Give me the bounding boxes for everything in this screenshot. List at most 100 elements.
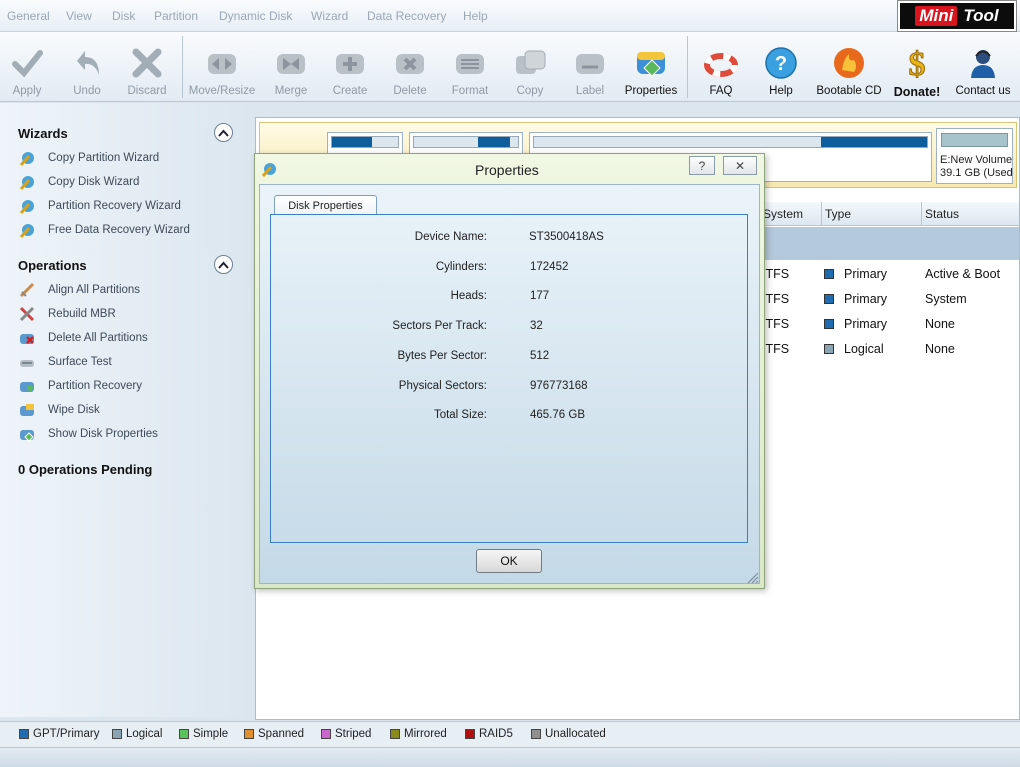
op-partition-recovery[interactable]: Partition Recovery — [18, 378, 142, 394]
contact-person-icon — [965, 44, 1001, 82]
wand-icon — [18, 174, 36, 190]
format-label: Format — [451, 85, 489, 97]
discard-label: Discard — [127, 85, 167, 97]
col-file-system[interactable]: System — [763, 207, 803, 221]
chevron-up-icon — [218, 129, 229, 137]
status-bar — [0, 747, 1020, 767]
prop-label: Device Name: — [414, 231, 487, 243]
dollar-icon: $ — [899, 44, 935, 82]
menu-view[interactable]: View — [66, 9, 92, 23]
undo-arrow-icon — [69, 44, 105, 82]
op-wipe-disk[interactable]: Wipe Disk — [18, 402, 100, 418]
move-resize-label: Move/Resize — [188, 85, 256, 97]
dialog-titlebar[interactable]: Properties ? ✕ — [255, 154, 764, 184]
cell-type: Primary — [844, 267, 888, 281]
partition-block-e[interactable]: E:New Volume( 39.1 GB (Used — [936, 128, 1013, 184]
minitool-logo: Mini Tool — [897, 0, 1017, 32]
cell-status: None — [925, 317, 955, 331]
menu-data-recovery[interactable]: Data Recovery — [367, 9, 446, 23]
merge-button[interactable]: Merge — [272, 32, 310, 102]
align-icon — [18, 282, 36, 298]
donate-label: Donate! — [893, 85, 941, 99]
delete-label: Delete — [393, 85, 427, 97]
operation-label: Align All Partitions — [48, 284, 141, 296]
legend-item: Spanned — [244, 728, 304, 740]
tab-disk-properties[interactable]: Disk Properties — [274, 195, 377, 215]
partition-table-header: System Type Status — [760, 202, 1019, 226]
apply-button[interactable]: Apply — [8, 32, 46, 102]
help-button[interactable]: ? Help — [760, 32, 802, 102]
wipe-disk-icon — [18, 402, 36, 418]
contact-us-label: Contact us — [955, 85, 1011, 97]
op-show-disk-properties[interactable]: Show Disk Properties — [18, 426, 158, 442]
type-color-swatch — [824, 294, 834, 304]
legend-item: Mirrored — [390, 728, 447, 740]
apply-label: Apply — [12, 85, 42, 97]
op-align-all-partitions[interactable]: Align All Partitions — [18, 282, 140, 298]
toolbar-separator — [687, 36, 688, 98]
undo-button[interactable]: Undo — [68, 32, 106, 102]
menu-disk[interactable]: Disk — [112, 9, 135, 23]
faq-button[interactable]: FAQ — [700, 32, 742, 102]
donate-button[interactable]: $ Donate! — [890, 32, 944, 102]
wizard-copy-partition[interactable]: Copy Partition Wizard — [18, 150, 159, 166]
toolbar-separator — [182, 36, 183, 98]
create-button[interactable]: Create — [330, 32, 370, 102]
logo-part1: Mini — [915, 6, 958, 26]
dialog-app-icon — [261, 163, 276, 177]
ok-button[interactable]: OK — [476, 549, 542, 573]
dialog-title: Properties — [475, 162, 539, 178]
op-delete-all-partitions[interactable]: Delete All Partitions — [18, 330, 148, 346]
wizard-copy-disk[interactable]: Copy Disk Wizard — [18, 174, 139, 190]
col-type[interactable]: Type — [825, 207, 851, 221]
prop-label: Physical Sectors: — [398, 380, 487, 392]
discard-button[interactable]: Discard — [127, 32, 167, 102]
menu-bar: General View Disk Partition Dynamic Disk… — [0, 0, 1020, 32]
menu-wizard[interactable]: Wizard — [311, 9, 348, 23]
operation-label: Partition Recovery — [48, 380, 142, 392]
properties-label: Properties — [624, 85, 678, 97]
legend-item: Striped — [321, 728, 371, 740]
faq-label: FAQ — [709, 85, 733, 97]
toolbar: Apply Undo Discard Move/Resize Merge Cre… — [0, 32, 1020, 102]
format-icon — [452, 44, 488, 82]
legend-item: RAID5 — [465, 728, 513, 740]
legend-item: Unallocated — [531, 728, 606, 740]
logo-part2: Tool — [963, 6, 999, 25]
bootable-cd-button[interactable]: Bootable CD — [816, 32, 882, 102]
rebuild-tools-icon — [18, 306, 36, 322]
svg-text:$: $ — [909, 46, 926, 81]
dialog-help-button[interactable]: ? — [689, 156, 715, 175]
menu-partition[interactable]: Partition — [154, 9, 198, 23]
prop-label: Sectors Per Track: — [392, 320, 487, 332]
wizards-collapse-button[interactable] — [214, 123, 233, 142]
disk-row[interactable] — [760, 227, 1019, 260]
cell-system: ITFS — [762, 317, 790, 331]
contact-us-button[interactable]: Contact us — [952, 32, 1014, 102]
delete-button[interactable]: Delete — [390, 32, 430, 102]
format-button[interactable]: Format — [450, 32, 490, 102]
menu-help[interactable]: Help — [463, 9, 488, 23]
operations-collapse-button[interactable] — [214, 255, 233, 274]
properties-button[interactable]: Properties — [624, 32, 678, 102]
menu-dynamic-disk[interactable]: Dynamic Disk — [219, 9, 292, 23]
checkmark-icon — [9, 44, 45, 82]
resize-grip-icon[interactable] — [745, 570, 759, 584]
dialog-close-button[interactable]: ✕ — [723, 156, 757, 175]
move-resize-icon — [204, 44, 240, 82]
op-rebuild-mbr[interactable]: Rebuild MBR — [18, 306, 116, 322]
menu-general[interactable]: General — [7, 9, 50, 23]
disk-properties-icon — [18, 426, 36, 442]
cell-type: Primary — [844, 317, 888, 331]
help-question-icon: ? — [763, 44, 799, 82]
label-button[interactable]: Label — [570, 32, 610, 102]
operation-label: Surface Test — [48, 356, 112, 368]
operation-label: Rebuild MBR — [48, 308, 116, 320]
move-resize-button[interactable]: Move/Resize — [188, 32, 256, 102]
prop-value: 465.76 GB — [530, 409, 585, 421]
op-surface-test[interactable]: Surface Test — [18, 354, 112, 370]
copy-button[interactable]: Copy — [510, 32, 550, 102]
wizard-partition-recovery[interactable]: Partition Recovery Wizard — [18, 198, 181, 214]
col-status[interactable]: Status — [925, 207, 959, 221]
wizard-free-data-recovery[interactable]: Free Data Recovery Wizard — [18, 222, 190, 238]
